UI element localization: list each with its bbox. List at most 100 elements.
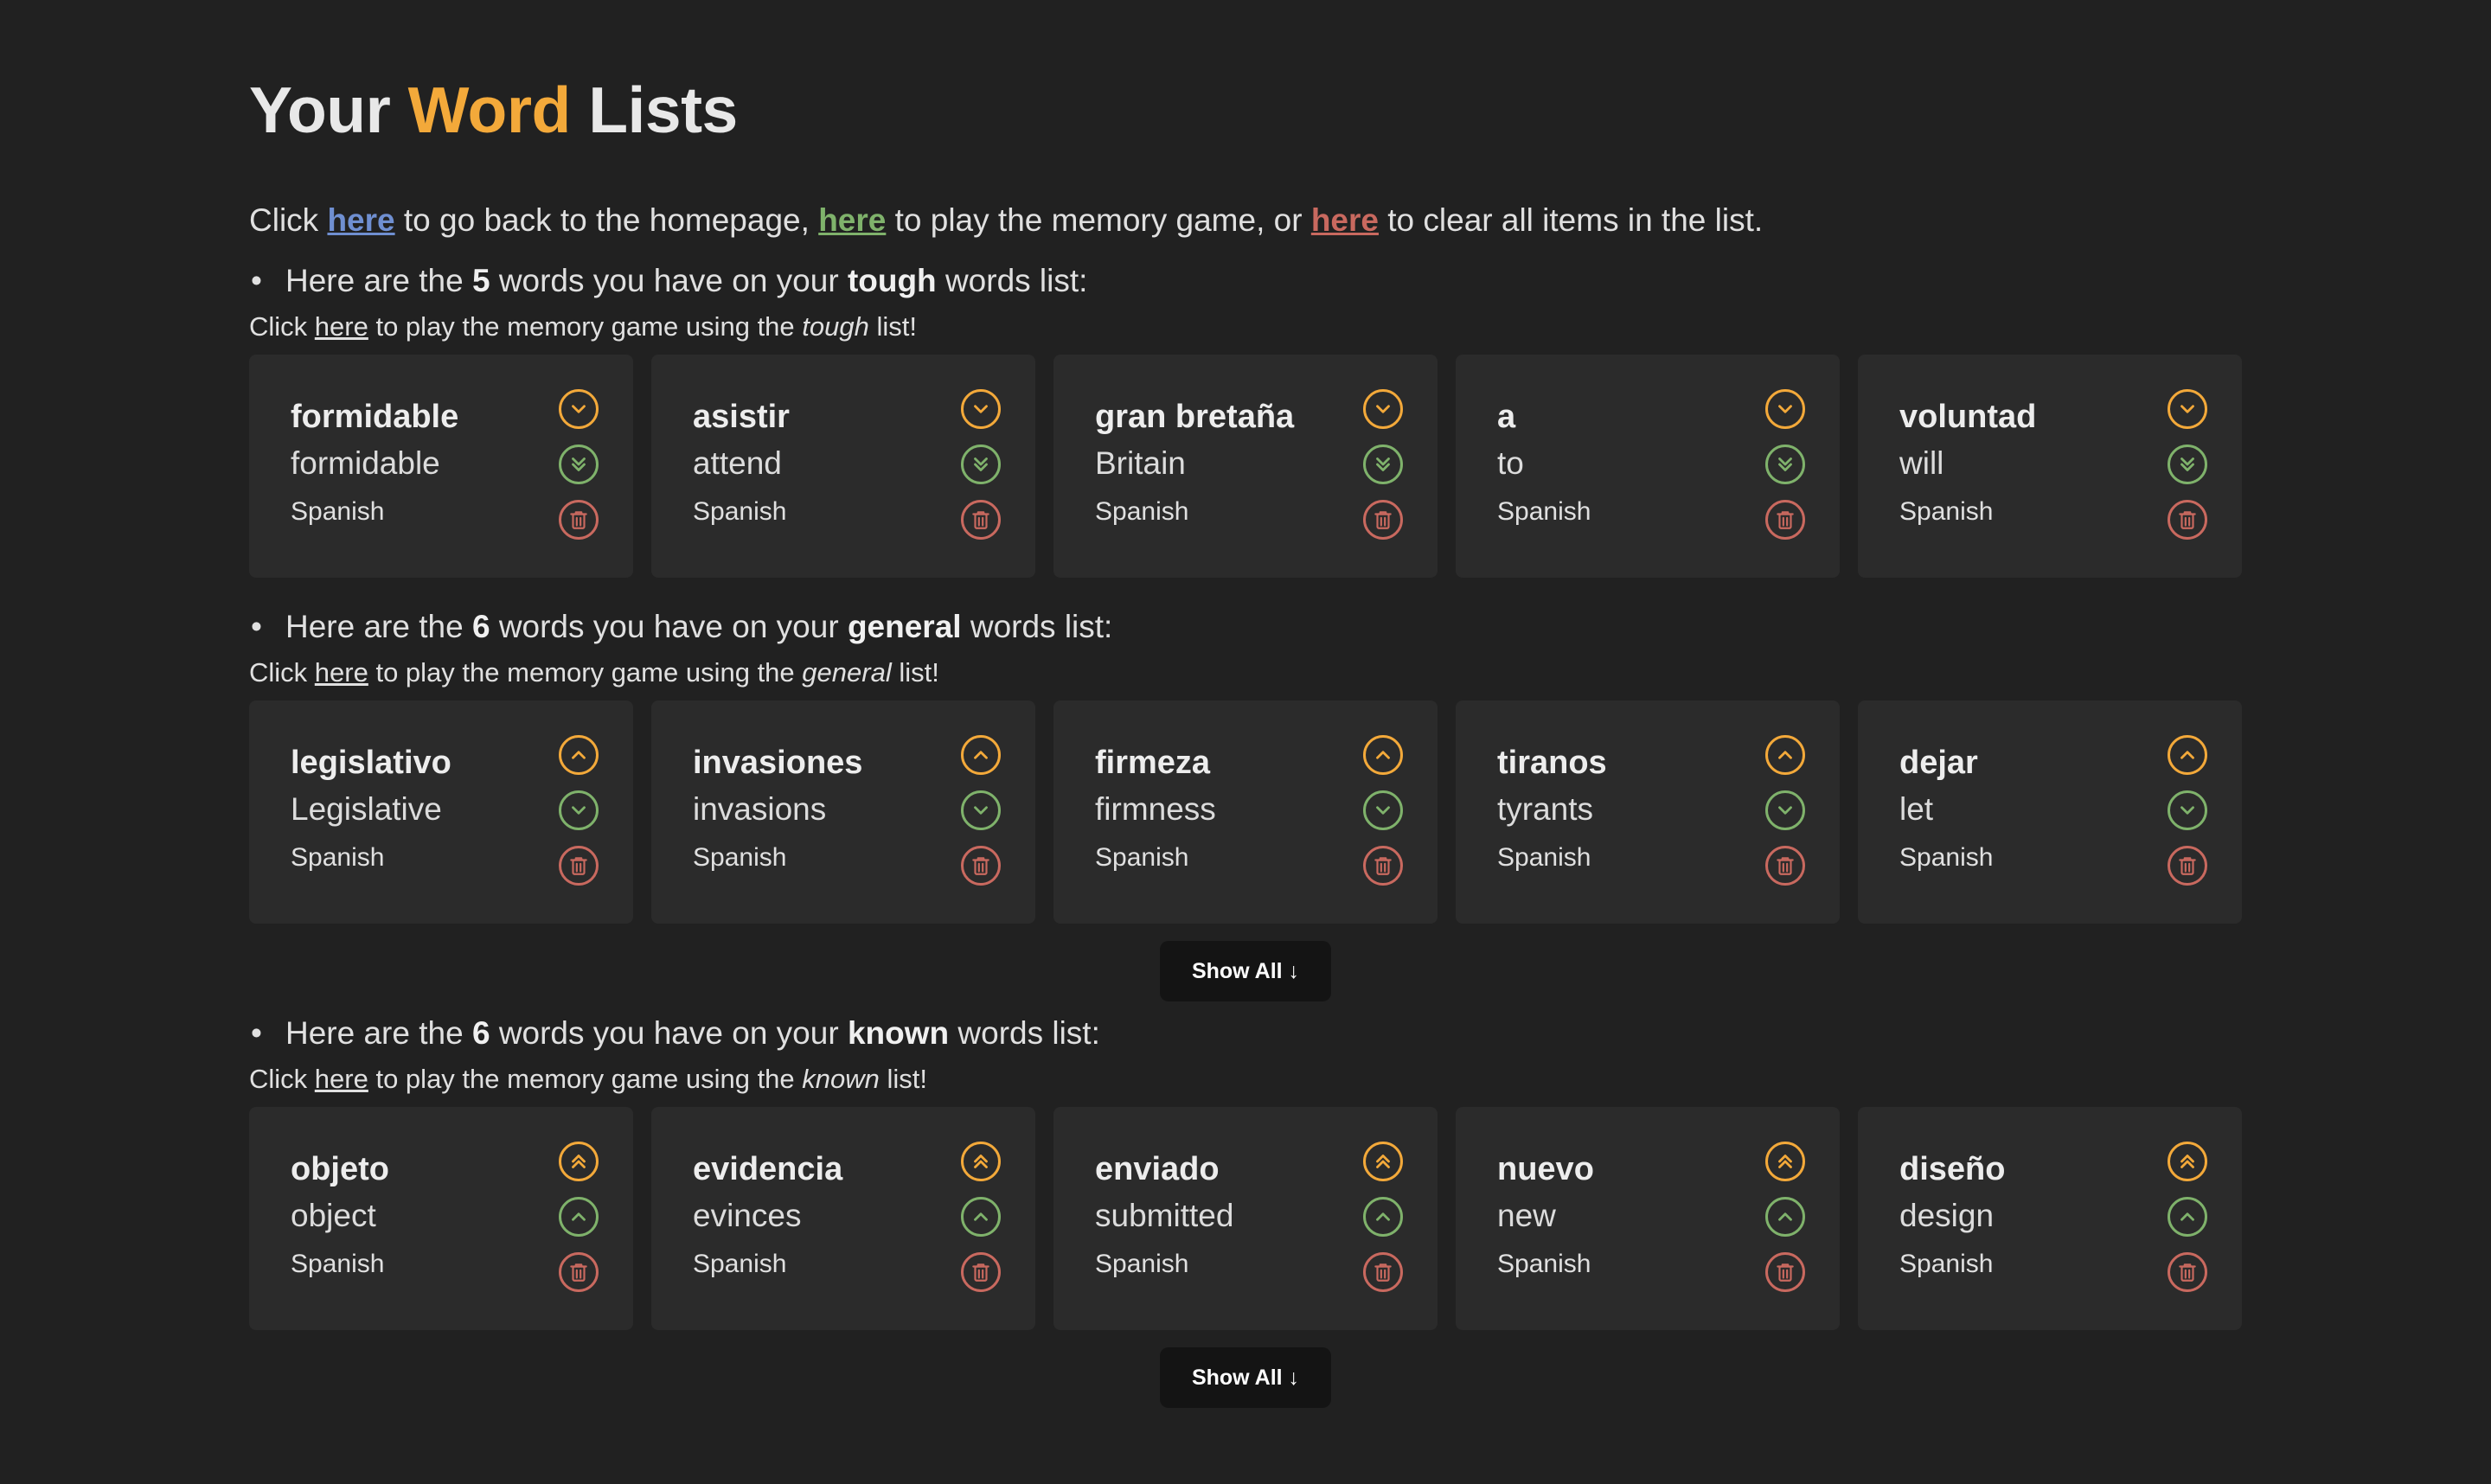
move-up-button[interactable] <box>961 735 1001 775</box>
move-up-button[interactable] <box>1363 1197 1403 1237</box>
move-up-button[interactable] <box>2168 1197 2207 1237</box>
list-name: tough <box>847 263 937 298</box>
word-term: firmeza <box>1095 745 1211 781</box>
word-term: voluntad <box>1899 399 2037 435</box>
move-down-button[interactable] <box>961 389 1001 429</box>
trash-icon <box>1774 854 1796 877</box>
double-chevron-up-icon <box>567 1150 590 1173</box>
trash-icon <box>970 509 992 531</box>
move-down-button[interactable] <box>1765 790 1805 830</box>
play-list-link[interactable]: here <box>315 311 368 342</box>
double-chevron-down-icon <box>970 453 992 476</box>
trash-icon <box>970 854 992 877</box>
move-up-button[interactable] <box>1765 1197 1805 1237</box>
move-down-button[interactable] <box>1363 389 1403 429</box>
move-up-twice-button[interactable] <box>559 1142 599 1181</box>
delete-button[interactable] <box>1765 500 1805 540</box>
trash-icon <box>2176 1261 2199 1283</box>
move-down-button[interactable] <box>559 790 599 830</box>
memory-game-link[interactable]: here <box>818 202 886 238</box>
word-language: Spanish <box>291 1250 385 1278</box>
delete-button[interactable] <box>1363 500 1403 540</box>
delete-button[interactable] <box>559 500 599 540</box>
move-down-button[interactable] <box>1765 389 1805 429</box>
play-list-link[interactable]: here <box>315 1064 368 1094</box>
move-down-twice-button[interactable] <box>1765 445 1805 484</box>
move-up-twice-button[interactable] <box>961 1142 1001 1181</box>
double-chevron-up-icon <box>970 1150 992 1173</box>
sub-list-name: known <box>802 1064 880 1094</box>
delete-button[interactable] <box>961 1252 1001 1292</box>
move-down-button[interactable] <box>2168 389 2207 429</box>
word-card: evidencia evinces Spanish <box>651 1107 1035 1330</box>
word-card: dejar let Spanish <box>1858 700 2242 924</box>
word-translation: will <box>1899 445 1944 481</box>
delete-button[interactable] <box>961 846 1001 886</box>
delete-button[interactable] <box>1765 846 1805 886</box>
move-down-twice-button[interactable] <box>2168 445 2207 484</box>
delete-button[interactable] <box>559 846 599 886</box>
play-list-link[interactable]: here <box>315 657 368 688</box>
move-down-twice-button[interactable] <box>961 445 1001 484</box>
word-card: tiranos tyrants Spanish <box>1456 700 1840 924</box>
show-all-known-button[interactable]: Show All ↓ <box>1160 1347 1331 1408</box>
word-language: Spanish <box>291 497 385 526</box>
chevron-down-icon <box>970 398 992 420</box>
word-card: formidable formidable Spanish <box>249 355 633 578</box>
move-down-twice-button[interactable] <box>559 445 599 484</box>
word-language: Spanish <box>693 843 787 872</box>
chevron-down-icon <box>1372 799 1394 822</box>
word-card: diseño design Spanish <box>1858 1107 2242 1330</box>
show-all-general-button[interactable]: Show All ↓ <box>1160 941 1331 1001</box>
word-translation: object <box>291 1198 376 1233</box>
heading-suffix: words list: <box>945 263 1088 298</box>
delete-button[interactable] <box>559 1252 599 1292</box>
move-up-twice-button[interactable] <box>1765 1142 1805 1181</box>
chevron-down-icon <box>567 398 590 420</box>
word-translation: formidable <box>291 445 440 481</box>
move-down-twice-button[interactable] <box>1363 445 1403 484</box>
delete-button[interactable] <box>2168 1252 2207 1292</box>
double-chevron-down-icon <box>567 453 590 476</box>
move-down-button[interactable] <box>961 790 1001 830</box>
delete-button[interactable] <box>2168 500 2207 540</box>
intro-text-3: to play the memory game, or <box>894 202 1303 238</box>
word-term: invasiones <box>693 745 863 781</box>
word-card: objeto object Spanish <box>249 1107 633 1330</box>
clear-list-link[interactable]: here <box>1311 202 1379 238</box>
move-up-button[interactable] <box>559 735 599 775</box>
delete-button[interactable] <box>2168 846 2207 886</box>
move-down-button[interactable] <box>559 389 599 429</box>
move-up-button[interactable] <box>559 1197 599 1237</box>
trash-icon <box>1774 1261 1796 1283</box>
move-up-button[interactable] <box>2168 735 2207 775</box>
word-term: asistir <box>693 399 790 435</box>
word-term: formidable <box>291 399 459 435</box>
homepage-link[interactable]: here <box>327 202 394 238</box>
heading-prefix: Here are the <box>285 1015 464 1051</box>
double-chevron-down-icon <box>1372 453 1394 476</box>
word-language: Spanish <box>693 497 787 526</box>
delete-button[interactable] <box>1363 1252 1403 1292</box>
move-up-twice-button[interactable] <box>2168 1142 2207 1181</box>
move-up-button[interactable] <box>1765 735 1805 775</box>
intro-text-1: Click <box>249 202 319 238</box>
move-up-button[interactable] <box>961 1197 1001 1237</box>
move-up-button[interactable] <box>1363 735 1403 775</box>
chevron-up-icon <box>2176 744 2199 766</box>
word-count: 6 <box>471 609 490 644</box>
heading-middle: words you have on your <box>498 263 839 298</box>
trash-icon <box>567 509 590 531</box>
bullet-dot: • <box>251 609 262 644</box>
delete-button[interactable] <box>1363 846 1403 886</box>
word-card: voluntad will Spanish <box>1858 355 2242 578</box>
move-down-button[interactable] <box>1363 790 1403 830</box>
list-name: general <box>847 609 962 644</box>
move-down-button[interactable] <box>2168 790 2207 830</box>
word-language: Spanish <box>1095 843 1189 872</box>
move-up-twice-button[interactable] <box>1363 1142 1403 1181</box>
word-term: gran bretaña <box>1095 399 1295 435</box>
delete-button[interactable] <box>961 500 1001 540</box>
word-translation: invasions <box>693 791 827 827</box>
delete-button[interactable] <box>1765 1252 1805 1292</box>
